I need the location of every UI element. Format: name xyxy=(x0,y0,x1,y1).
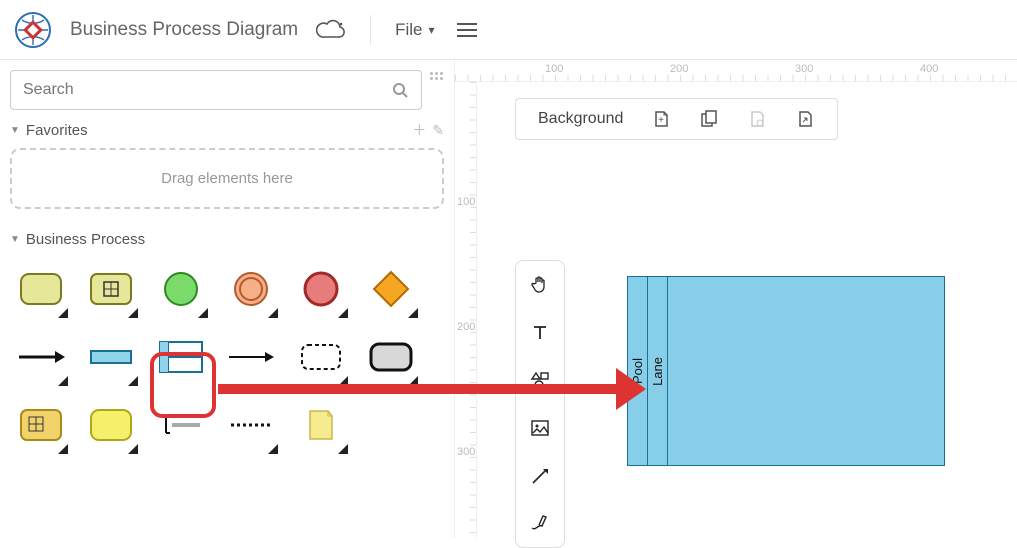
data-object-shape[interactable] xyxy=(80,326,142,388)
text-tool-icon[interactable] xyxy=(529,321,551,343)
file-menu[interactable]: File ▾ xyxy=(395,20,434,40)
favorites-dropzone[interactable]: Drag elements here xyxy=(10,148,444,209)
message-shape[interactable] xyxy=(220,394,282,456)
hamburger-menu-icon[interactable] xyxy=(453,19,481,41)
ruler-tick-label: 100 xyxy=(457,196,475,208)
favorites-section-header[interactable]: ▼ Favorites ＋ ✎ xyxy=(10,120,444,140)
ruler-tick-label: 200 xyxy=(457,321,475,333)
page-settings-icon[interactable] xyxy=(747,109,767,129)
intermediate-event-shape[interactable] xyxy=(220,258,282,320)
ruler-horizontal: 100 200 300 400 xyxy=(455,60,1017,82)
business-process-label: Business Process xyxy=(26,231,145,248)
page-fit-icon[interactable] xyxy=(795,109,815,129)
search-icon xyxy=(392,82,408,98)
edit-favorites-icon[interactable]: ✎ xyxy=(432,122,444,139)
search-input[interactable] xyxy=(10,70,422,110)
pool-element[interactable]: Pool Lane xyxy=(627,276,945,466)
collapse-icon: ▼ xyxy=(10,234,20,245)
floating-toolbox xyxy=(515,260,565,548)
sequence-flow-shape[interactable] xyxy=(10,326,72,388)
page-duplicate-icon[interactable] xyxy=(699,109,719,129)
top-bar: Business Process Diagram File ▾ xyxy=(0,0,1017,60)
task-grid-shape[interactable] xyxy=(80,258,142,320)
ruler-tick-label: 400 xyxy=(920,63,938,75)
start-event-shape[interactable] xyxy=(150,258,212,320)
separator xyxy=(370,15,371,45)
lane-label: Lane xyxy=(650,357,665,386)
cloud-sync-icon[interactable] xyxy=(316,18,346,42)
ruler-tick-label: 100 xyxy=(545,63,563,75)
line-tool-icon[interactable] xyxy=(529,465,551,487)
page-add-icon[interactable]: + xyxy=(651,109,671,129)
lane-shape[interactable] xyxy=(220,326,282,388)
data-store-alt-shape[interactable] xyxy=(10,394,72,456)
collapse-icon: ▼ xyxy=(10,125,20,136)
search-wrap xyxy=(10,70,444,110)
chevron-down-icon: ▾ xyxy=(429,23,435,37)
freehand-tool-icon[interactable] xyxy=(529,513,551,535)
page-title: Business Process Diagram xyxy=(70,19,298,41)
shapes-sidebar: ▼ Favorites ＋ ✎ Drag elements here ▼ Bus… xyxy=(0,60,455,538)
business-process-section-header[interactable]: ▼ Business Process xyxy=(10,231,444,248)
empty-cell xyxy=(360,394,422,456)
file-menu-label: File xyxy=(395,20,422,40)
panel-drag-handle[interactable] xyxy=(428,70,444,80)
lane-header[interactable]: Lane xyxy=(648,277,668,465)
call-activity-shape[interactable] xyxy=(360,326,422,388)
annotation-arrow xyxy=(218,384,626,394)
text-annotation-shape[interactable] xyxy=(290,394,352,456)
gateway-shape[interactable] xyxy=(360,258,422,320)
background-toolbar: Background + xyxy=(515,98,838,140)
end-event-shape[interactable] xyxy=(290,258,352,320)
image-tool-icon[interactable] xyxy=(529,417,551,439)
ruler-tick-label: 300 xyxy=(795,63,813,75)
expanded-task-shape[interactable] xyxy=(80,394,142,456)
favorites-label: Favorites xyxy=(26,122,88,139)
group-boundary-shape[interactable] xyxy=(290,326,352,388)
diagram-canvas[interactable]: 100 200 300 400 100 200 300 Background + xyxy=(455,60,1017,538)
pan-tool-icon[interactable] xyxy=(529,273,551,295)
svg-text:+: + xyxy=(658,115,664,126)
ruler-vertical: 100 200 300 xyxy=(455,82,477,538)
background-label: Background xyxy=(538,110,623,128)
add-favorite-icon[interactable]: ＋ xyxy=(412,120,426,140)
app-logo xyxy=(14,11,52,49)
shape-palette xyxy=(10,258,444,456)
main-area: ▼ Favorites ＋ ✎ Drag elements here ▼ Bus… xyxy=(0,60,1017,538)
annotation-arrow-head xyxy=(616,368,646,410)
ruler-tick-label: 200 xyxy=(670,63,688,75)
ruler-tick-label: 300 xyxy=(457,446,475,458)
highlight-box xyxy=(150,352,216,418)
task-shape[interactable] xyxy=(10,258,72,320)
